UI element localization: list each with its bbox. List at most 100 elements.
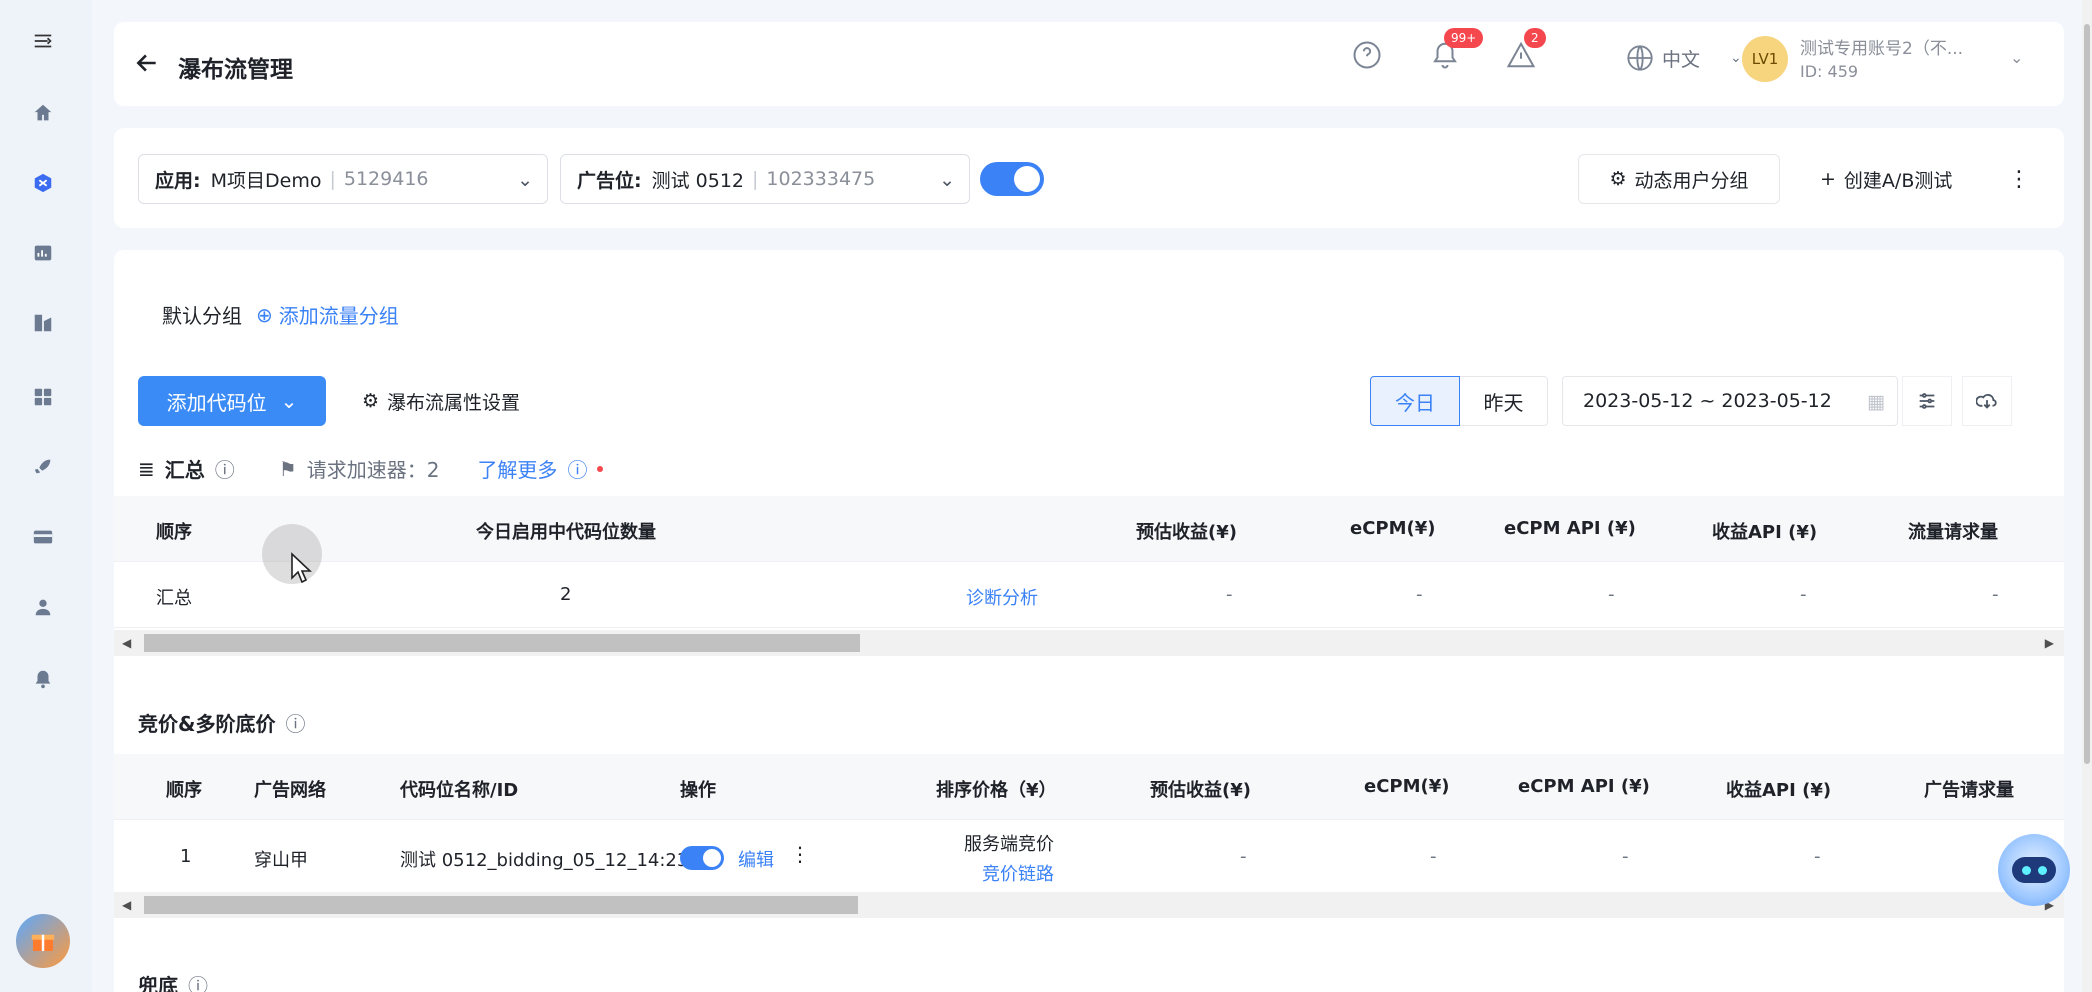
placement-select[interactable]: 广告位: 测试 0512 | 102333475 ⌄ bbox=[560, 154, 970, 204]
robot-eye bbox=[2037, 865, 2047, 875]
col-ad-requests: 广告请求量 bbox=[1924, 780, 2014, 801]
create-ab-label: 创建A/B测试 bbox=[1843, 169, 1953, 192]
row-order: 1 bbox=[180, 846, 192, 867]
app-select[interactable]: 应用: M项目Demo | 5129416 ⌄ bbox=[138, 154, 548, 204]
placement-name: 测试 0512 bbox=[651, 169, 745, 192]
scroll-left-icon[interactable]: ◀ bbox=[122, 636, 131, 650]
robot-face bbox=[2012, 857, 2056, 883]
more-vertical-icon[interactable]: ⋮ bbox=[2008, 154, 2030, 204]
notifications-badge: 99+ bbox=[1444, 28, 1484, 48]
summary-row: 汇总 2 诊断分析 - - - - - bbox=[114, 562, 2064, 628]
summary-est-revenue: - bbox=[1226, 584, 1233, 605]
bidding-horizontal-scrollbar[interactable]: ◀ ▶ bbox=[114, 892, 2064, 918]
gift-icon[interactable] bbox=[16, 914, 70, 968]
adunit-toggle[interactable] bbox=[680, 846, 724, 870]
scroll-right-icon[interactable]: ▶ bbox=[2045, 636, 2054, 650]
col-sort-price: 排序价格（¥） bbox=[936, 780, 1057, 801]
row-network: 穿山甲 bbox=[254, 850, 308, 871]
row-ecpm: - bbox=[1430, 846, 1437, 867]
billing-icon[interactable] bbox=[30, 524, 56, 550]
help-icon[interactable]: ⓘ bbox=[188, 970, 208, 992]
help-icon[interactable]: ⓘ bbox=[215, 454, 235, 483]
divider: | bbox=[752, 168, 759, 190]
assistant-robot-icon[interactable] bbox=[1998, 834, 2070, 906]
account-name[interactable]: 测试专用账号2（不... bbox=[1800, 34, 1963, 59]
new-indicator-dot bbox=[597, 465, 604, 472]
help-icon[interactable]: ⓘ bbox=[285, 708, 305, 737]
plus-icon: + bbox=[1820, 168, 1836, 190]
page-title: 瀑布流管理 bbox=[178, 57, 293, 83]
table-row: 1 穿山甲 测试 0512_bidding_05_12_14:23 编辑 ⋮ 服… bbox=[114, 820, 2064, 894]
scrollbar-thumb[interactable] bbox=[144, 896, 858, 914]
app-label: 应用: bbox=[155, 169, 201, 192]
scroll-left-icon[interactable]: ◀ bbox=[122, 898, 131, 912]
rocket-icon[interactable] bbox=[30, 454, 56, 480]
download-icon[interactable] bbox=[1962, 376, 2012, 426]
summary-ecpm-api: - bbox=[1608, 584, 1615, 605]
report-icon[interactable] bbox=[30, 240, 56, 266]
row-adunit-name: 测试 0512_bidding_05_12_14:23 bbox=[400, 850, 689, 871]
row-more-icon[interactable]: ⋮ bbox=[790, 842, 810, 866]
gear-icon: ⚙ bbox=[362, 390, 380, 412]
avatar[interactable]: LV1 bbox=[1742, 36, 1788, 82]
scrollbar-thumb[interactable] bbox=[144, 634, 860, 652]
bid-chain-link[interactable]: 竞价链路 bbox=[982, 860, 1054, 886]
diagnose-link[interactable]: 诊断分析 bbox=[966, 584, 1038, 610]
apps-icon[interactable] bbox=[30, 384, 56, 410]
col-ecpm: eCPM(¥) bbox=[1350, 518, 1436, 539]
add-group-label: 添加流量分组 bbox=[278, 304, 399, 328]
robot-eye bbox=[2021, 865, 2031, 875]
back-arrow-icon[interactable] bbox=[134, 50, 164, 80]
sidebar bbox=[0, 0, 92, 992]
summary-requests: - bbox=[1992, 584, 1999, 605]
dynamic-group-button[interactable]: ⚙ 动态用户分组 bbox=[1578, 154, 1780, 204]
user-icon[interactable] bbox=[30, 594, 56, 620]
rocket-icon: ⚑ bbox=[278, 456, 297, 481]
col-network: 广告网络 bbox=[254, 780, 326, 801]
page-scrollbar-thumb[interactable] bbox=[2084, 24, 2090, 764]
col-ecpm: eCPM(¥) bbox=[1364, 776, 1450, 797]
home-icon[interactable] bbox=[30, 100, 56, 126]
mouse-cursor-icon bbox=[291, 552, 312, 584]
summary-title: 汇总 bbox=[164, 458, 205, 482]
analysis-icon[interactable] bbox=[30, 310, 56, 336]
summary-header: ≣ 汇总 ⓘ ⚑ 请求加速器：2 了解更多 ⓘ bbox=[138, 454, 604, 483]
summary-order: 汇总 bbox=[156, 588, 192, 609]
collapse-menu-icon[interactable] bbox=[30, 28, 56, 54]
globe-icon bbox=[1627, 45, 1653, 71]
col-revenue-api: 收益API (¥) bbox=[1712, 522, 1818, 543]
column-settings-icon[interactable] bbox=[1902, 376, 1952, 426]
edit-link[interactable]: 编辑 bbox=[738, 846, 774, 872]
placement-toggle[interactable] bbox=[980, 162, 1044, 196]
chevron-down-icon: ⌄ bbox=[517, 169, 533, 191]
chevron-down-icon: ⌄ bbox=[939, 169, 955, 191]
header-bar: 瀑布流管理 99+ 2 中文 ⌄ LV1 测试专用账号2（不... ID: 45… bbox=[114, 22, 2064, 106]
language-switcher[interactable]: 中文 ⌄ bbox=[1626, 44, 1742, 72]
date-range-picker[interactable]: 2023-05-12 ~ 2023-05-12 ▦ bbox=[1562, 376, 1898, 426]
learn-more-link[interactable]: 了解更多 bbox=[477, 454, 557, 483]
language-label: 中文 bbox=[1662, 48, 1701, 71]
mediation-icon[interactable] bbox=[30, 170, 56, 196]
col-est-revenue: 预估收益(¥) bbox=[1150, 780, 1251, 801]
default-group-tab[interactable]: 默认分组 bbox=[162, 300, 242, 329]
help-icon[interactable] bbox=[1352, 40, 1386, 74]
create-ab-test-button[interactable]: + 创建A/B测试 bbox=[1820, 154, 1952, 204]
waterfall-settings-label: 瀑布流属性设置 bbox=[387, 391, 521, 414]
help-icon[interactable]: ⓘ bbox=[567, 454, 587, 483]
account-chevron-down-icon[interactable]: ⌄ bbox=[2010, 48, 2023, 67]
col-adunit-name: 代码位名称/ID bbox=[400, 780, 519, 801]
fallback-section-header: 兜底 ⓘ bbox=[138, 970, 208, 992]
add-traffic-group-link[interactable]: ⊕ 添加流量分组 bbox=[256, 300, 399, 329]
waterfall-settings-button[interactable]: ⚙ 瀑布流属性设置 bbox=[362, 376, 520, 426]
chevron-down-icon: ⌄ bbox=[280, 389, 298, 413]
waterfall-panel: 默认分组 ⊕ 添加流量分组 添加代码位 ⌄ ⚙ 瀑布流属性设置 今日 昨天 20… bbox=[114, 250, 2064, 992]
alerts-badge: 2 bbox=[1524, 28, 1546, 48]
plus-circle-icon: ⊕ bbox=[256, 302, 273, 327]
add-adunit-button[interactable]: 添加代码位 ⌄ bbox=[138, 376, 326, 426]
yesterday-tab[interactable]: 昨天 bbox=[1460, 376, 1548, 426]
summary-horizontal-scrollbar[interactable]: ◀ ▶ bbox=[114, 630, 2064, 656]
notification-bell-icon[interactable] bbox=[30, 666, 56, 692]
today-tab[interactable]: 今日 bbox=[1370, 376, 1460, 426]
accelerator-count: 请求加速器：2 bbox=[306, 458, 440, 482]
calendar-icon: ▦ bbox=[1867, 391, 1885, 413]
